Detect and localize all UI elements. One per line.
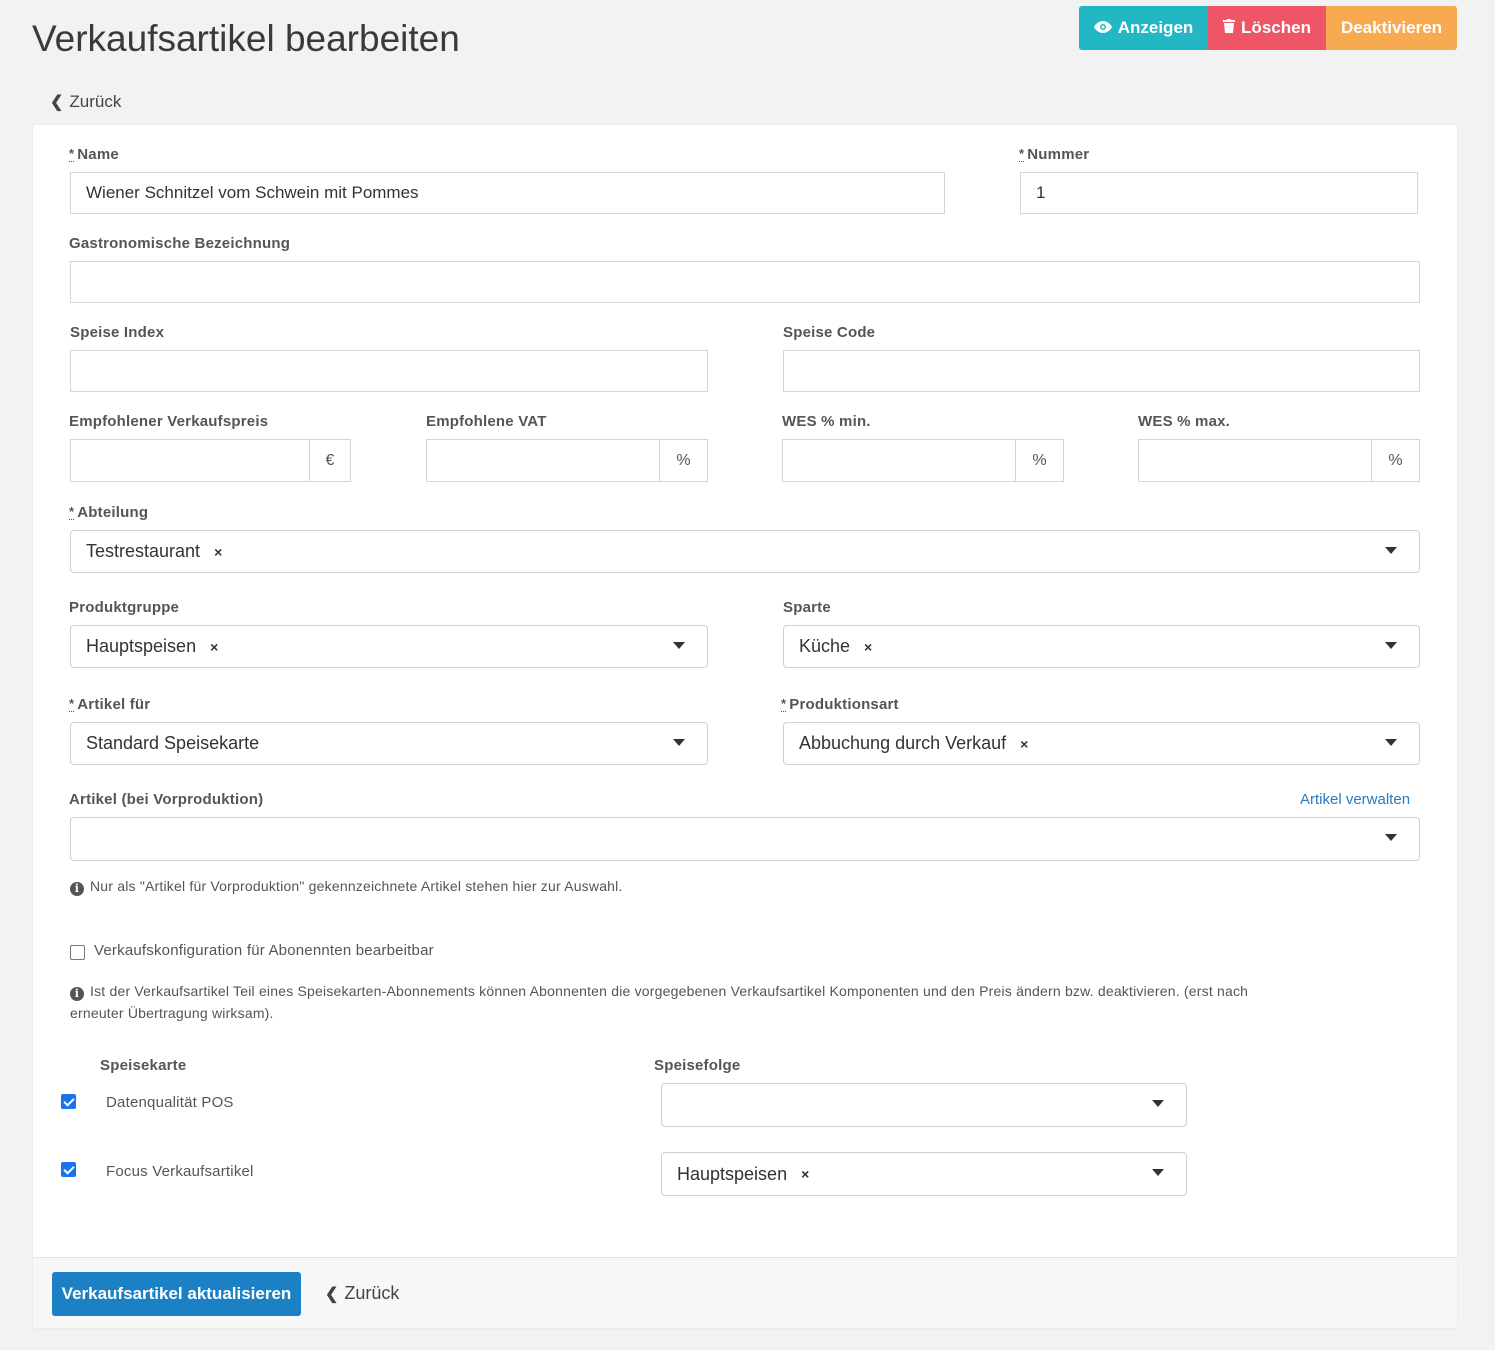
- product-group-label: Produktgruppe: [69, 599, 180, 616]
- gastro-name-label: Gastronomische Bezeichnung: [69, 235, 291, 252]
- caret-down-icon: [673, 739, 685, 746]
- menu-column-header: Speisekarte: [100, 1057, 187, 1074]
- remove-icon[interactable]: ×: [214, 544, 222, 560]
- division-value: Küche: [799, 636, 851, 656]
- remove-icon[interactable]: ×: [210, 639, 218, 655]
- percent-addon: %: [1015, 439, 1064, 482]
- back-link-bottom[interactable]: ❮ Zurück: [325, 1283, 399, 1304]
- production-type-select[interactable]: Abbuchung durch Verkauf ×: [783, 722, 1420, 765]
- back-link-label: Zurück: [69, 92, 122, 111]
- speise-index-input[interactable]: [70, 350, 708, 392]
- department-label: * Abteilung: [69, 504, 149, 521]
- delete-button[interactable]: Löschen: [1208, 6, 1326, 50]
- remove-icon[interactable]: ×: [801, 1166, 809, 1182]
- product-group-select[interactable]: Hauptspeisen ×: [70, 625, 708, 668]
- article-for-select[interactable]: Standard Speisekarte: [70, 722, 708, 765]
- gastro-name-input[interactable]: [70, 261, 1420, 303]
- caret-down-icon: [1385, 547, 1397, 554]
- product-group-value: Hauptspeisen: [86, 636, 197, 656]
- euro-addon: €: [309, 439, 351, 482]
- caret-down-icon: [1152, 1169, 1164, 1176]
- name-input[interactable]: Wiener Schnitzel vom Schwein mit Pommes: [70, 172, 945, 214]
- info-icon: i: [70, 987, 84, 1001]
- wes-min-label: WES % min.: [782, 413, 871, 430]
- number-label: * Nummer: [1019, 146, 1090, 163]
- department-value: Testrestaurant: [86, 541, 201, 561]
- wes-max-label: WES % max.: [1138, 413, 1231, 430]
- department-select[interactable]: Testrestaurant ×: [70, 530, 1420, 573]
- page-title: Verkaufsartikel bearbeiten: [32, 18, 460, 59]
- remove-icon[interactable]: ×: [864, 639, 872, 655]
- eye-icon: [1093, 18, 1112, 38]
- division-label: Sparte: [783, 599, 831, 616]
- production-type-label: * Produktionsart: [781, 696, 899, 713]
- subscriber-config-checkbox[interactable]: [70, 945, 85, 960]
- remove-icon[interactable]: ×: [1020, 736, 1028, 752]
- show-button[interactable]: Anzeigen: [1079, 6, 1208, 50]
- deactivate-button[interactable]: Deaktivieren: [1326, 6, 1457, 50]
- percent-addon: %: [659, 439, 708, 482]
- caret-down-icon: [1152, 1100, 1164, 1107]
- percent-addon: %: [1371, 439, 1420, 482]
- preproduction-article-label: Artikel (bei Vorproduktion): [69, 791, 264, 808]
- speise-code-label: Speise Code: [783, 324, 876, 341]
- article-for-value: Standard Speisekarte: [86, 733, 260, 753]
- wes-min-input[interactable]: [782, 439, 1016, 482]
- trash-icon: [1223, 18, 1236, 38]
- manage-articles-link[interactable]: Artikel verwalten: [1300, 791, 1410, 808]
- number-input[interactable]: 1: [1020, 172, 1418, 214]
- menu-row-name: Focus Verkaufsartikel: [106, 1163, 254, 1180]
- menu-row-checkbox[interactable]: [61, 1094, 76, 1109]
- caret-down-icon: [1385, 739, 1397, 746]
- name-label: * Name: [69, 146, 119, 163]
- speise-code-input[interactable]: [783, 350, 1420, 392]
- division-select[interactable]: Küche ×: [783, 625, 1420, 668]
- recommended-price-label: Empfohlener Verkaufspreis: [69, 413, 269, 430]
- delete-button-label: Löschen: [1241, 18, 1311, 37]
- caret-down-icon: [1385, 642, 1397, 649]
- subscriber-config-help: i Ist der Verkaufsartikel Teil eines Spei…: [70, 983, 1249, 1021]
- wes-max-input[interactable]: [1138, 439, 1372, 482]
- caret-down-icon: [1385, 834, 1397, 841]
- deactivate-button-label: Deaktivieren: [1340, 18, 1443, 37]
- course-value: Hauptspeisen: [677, 1163, 788, 1184]
- course-select[interactable]: [661, 1083, 1187, 1127]
- menu-row-checkbox[interactable]: [61, 1162, 76, 1177]
- caret-down-icon: [673, 642, 685, 649]
- recommended-vat-input[interactable]: [426, 439, 660, 482]
- subscriber-config-label: Verkaufskonfiguration für Abonennten bea…: [94, 942, 434, 959]
- menu-row-name: Datenqualität POS: [106, 1094, 234, 1111]
- back-link-label: Zurück: [344, 1283, 400, 1303]
- course-column-header: Speisefolge: [654, 1057, 741, 1074]
- production-type-value: Abbuchung durch Verkauf: [799, 733, 1007, 753]
- info-icon: i: [70, 882, 84, 896]
- chevron-left-icon: ❮: [325, 1285, 339, 1303]
- recommended-vat-label: Empfohlene VAT: [426, 413, 547, 430]
- recommended-price-input[interactable]: [70, 439, 310, 482]
- preproduction-help: i Nur als "Artikel für Vorproduktion" gek…: [70, 875, 623, 897]
- chevron-left-icon: ❮: [50, 94, 64, 111]
- back-link-top[interactable]: ❮ Zurück: [50, 92, 121, 112]
- article-for-label: * Artikel für: [69, 696, 151, 713]
- update-article-button[interactable]: Verkaufsartikel aktualisieren: [52, 1272, 301, 1316]
- speise-index-label: Speise Index: [70, 324, 165, 341]
- preproduction-article-select[interactable]: [70, 817, 1420, 861]
- course-select[interactable]: Hauptspeisen ×: [661, 1152, 1187, 1196]
- show-button-label: Anzeigen: [1117, 18, 1194, 37]
